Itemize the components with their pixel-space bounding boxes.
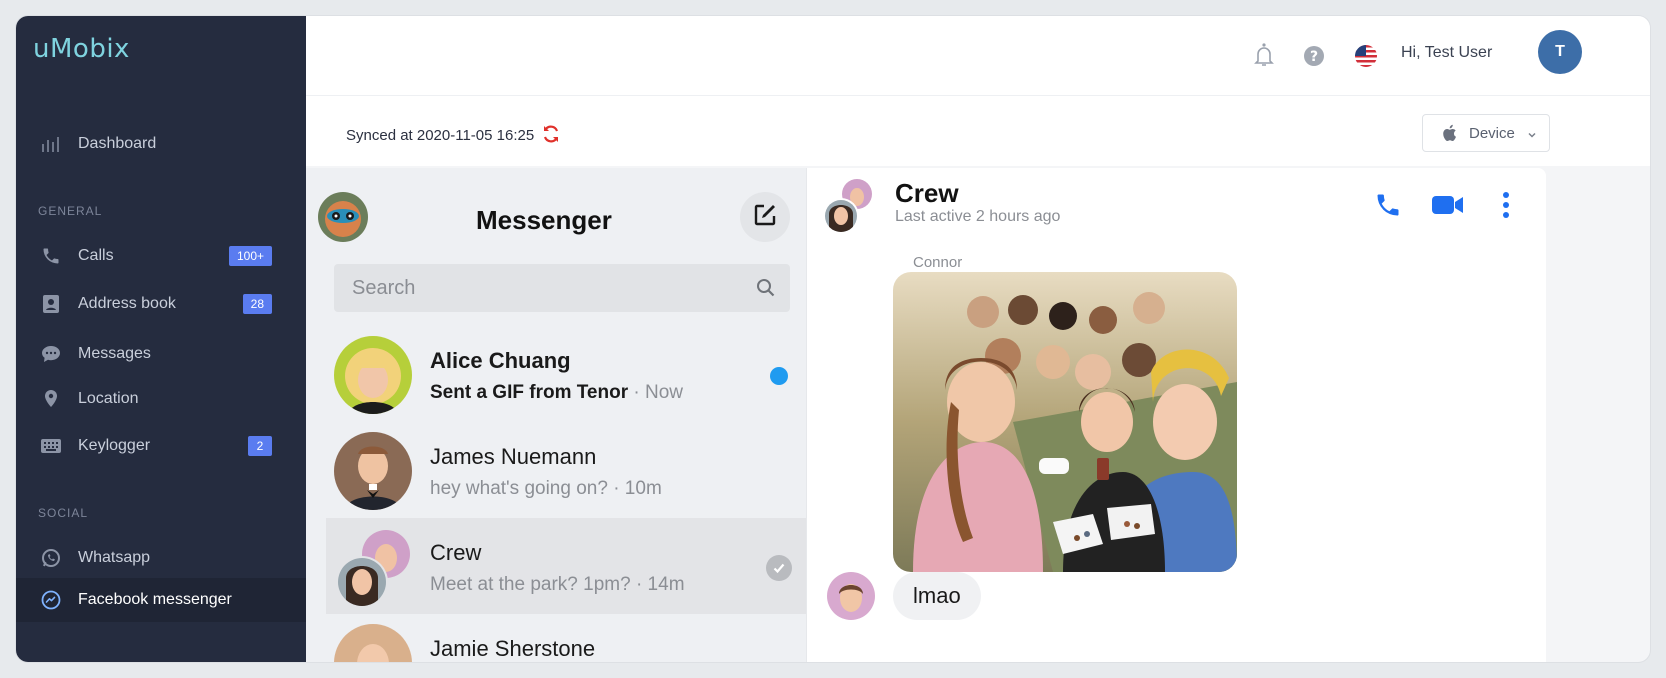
message-bubble: lmao: [893, 572, 981, 620]
message-sender-name: Connor: [913, 254, 963, 271]
sidebar-item-location[interactable]: Location: [16, 377, 306, 421]
help-icon[interactable]: ?: [1300, 42, 1328, 70]
compose-icon: [752, 202, 778, 233]
phone-call-icon[interactable]: [1371, 188, 1405, 222]
keyboard-icon: [40, 435, 62, 457]
section-label-social: SOCIAL: [38, 506, 89, 520]
search-icon[interactable]: [756, 278, 776, 303]
message-preview: Sent a GIF from Tenor · Now: [430, 382, 684, 403]
sync-status-text: Synced at 2020-11-05 16:25: [346, 127, 535, 144]
sidebar-item-calls[interactable]: Calls 100+: [16, 234, 306, 278]
chat-title: Crew: [895, 178, 959, 208]
sidebar-item-label: Address book: [78, 295, 176, 312]
contact-avatar: [334, 432, 412, 510]
app-window: uMobix Dashboard GENERAL Calls 100+ Addr…: [16, 16, 1650, 662]
sidebar-item-address-book[interactable]: Address book 28: [16, 282, 306, 326]
video-call-icon[interactable]: [1431, 188, 1465, 222]
chat-pane: Crew Last active 2 hours ago Connor lmao: [806, 168, 1546, 662]
conversation-item[interactable]: Alice Chuang Sent a GIF from Tenor · Now: [326, 326, 806, 422]
conversation-list-pane: Messenger Alice Chuang Sent a GIF from T…: [306, 168, 806, 662]
sidebar-item-whatsapp[interactable]: Whatsapp: [16, 536, 306, 580]
map-pin-icon: [40, 388, 62, 410]
device-label: Device: [1469, 124, 1515, 142]
sidebar-item-keylogger[interactable]: Keylogger 2: [16, 424, 306, 468]
section-label-general: GENERAL: [38, 204, 103, 218]
messenger-title: Messenger: [476, 205, 612, 235]
search-box[interactable]: [334, 264, 790, 312]
conversation-item-selected[interactable]: Crew Meet at the park? 1pm? · 14m: [326, 518, 806, 614]
contact-avatar: [334, 336, 412, 414]
sidebar-item-label: Dashboard: [78, 135, 157, 152]
device-dropdown[interactable]: Device: [1422, 114, 1550, 152]
sidebar: uMobix Dashboard GENERAL Calls 100+ Addr…: [16, 16, 306, 662]
whatsapp-icon: [40, 547, 62, 569]
count-badge: 28: [242, 294, 272, 314]
conversation-item[interactable]: Jamie Sherstone: [326, 614, 806, 662]
contact-name: Alice Chuang: [430, 348, 571, 373]
refresh-icon[interactable]: [541, 124, 561, 149]
sync-bar: Synced at 2020-11-05 16:25 Device: [306, 96, 1650, 166]
contact-card-icon: [40, 293, 62, 315]
chevron-down-icon: [1527, 127, 1537, 144]
us-flag-icon[interactable]: [1352, 42, 1380, 70]
count-badge: 2: [248, 436, 272, 456]
sidebar-item-label: Whatsapp: [78, 549, 151, 566]
contact-name: James Nuemann: [430, 444, 597, 469]
messenger-icon: [40, 589, 62, 611]
sidebar-item-label: Calls: [78, 247, 114, 264]
user-avatar[interactable]: T: [1538, 30, 1582, 74]
group-avatar[interactable]: [823, 178, 875, 234]
sidebar-item-facebook-messenger[interactable]: Facebook messenger: [16, 578, 306, 622]
apple-icon: [1441, 124, 1457, 142]
message-preview: Meet at the park? 1pm? · 14m: [430, 574, 685, 595]
contact-avatar: [334, 624, 412, 662]
unread-indicator: [770, 367, 788, 385]
sidebar-item-dashboard[interactable]: Dashboard: [16, 122, 306, 166]
svg-text:?: ?: [1310, 49, 1318, 65]
top-bar: ? Hi, Test User T: [306, 16, 1650, 96]
profile-avatar[interactable]: [318, 192, 368, 242]
sidebar-item-label: Location: [78, 390, 139, 407]
sidebar-item-label: Keylogger: [78, 437, 151, 454]
more-options-icon[interactable]: [1489, 188, 1523, 222]
sidebar-item-messages[interactable]: Messages: [16, 332, 306, 376]
user-greeting[interactable]: Hi, Test User: [1401, 44, 1492, 62]
contact-name: Crew: [430, 540, 482, 565]
chat-last-active: Last active 2 hours ago: [895, 208, 1061, 225]
compose-button[interactable]: [740, 192, 790, 242]
sender-avatar[interactable]: [827, 572, 875, 620]
count-badge: 100+: [228, 246, 272, 266]
contact-name: Jamie Sherstone: [430, 636, 596, 661]
sidebar-item-label: Messages: [78, 345, 151, 362]
checkmark-icon: [766, 555, 792, 581]
bar-chart-icon: [40, 133, 62, 155]
brand-logo[interactable]: uMobix: [33, 34, 130, 64]
group-avatar: [334, 528, 412, 608]
search-input[interactable]: [352, 275, 732, 301]
conversation-item[interactable]: James Nuemann hey what's going on? · 10m: [326, 422, 806, 518]
chat-bubble-icon: [40, 343, 62, 365]
shared-photo[interactable]: [893, 272, 1237, 572]
sidebar-item-label: Facebook messenger: [78, 591, 232, 608]
message-preview: hey what's going on? · 10m: [430, 478, 662, 499]
bell-icon[interactable]: [1250, 42, 1278, 70]
phone-icon: [40, 245, 62, 267]
